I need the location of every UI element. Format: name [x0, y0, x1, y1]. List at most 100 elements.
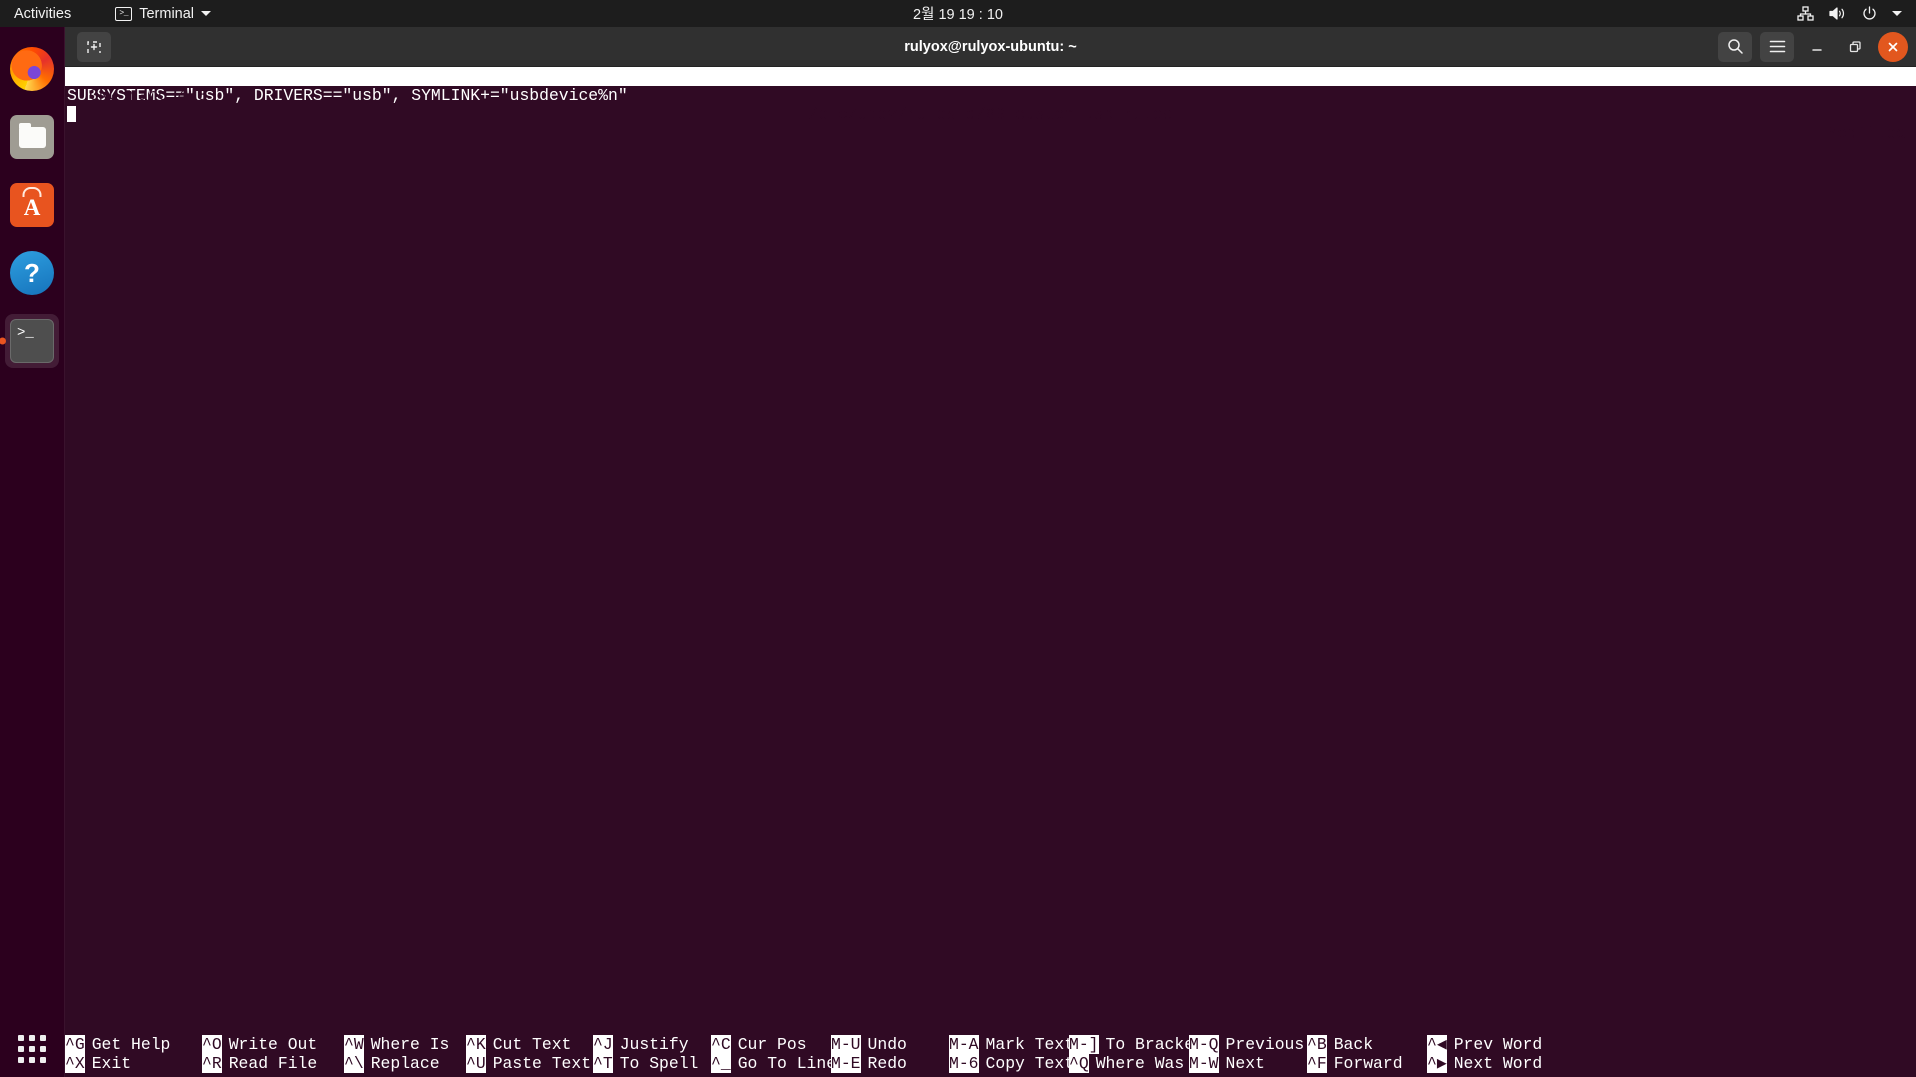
shortcut-item[interactable]: ^_ Go To Line — [711, 1054, 836, 1073]
shortcut-label: Read File — [228, 1054, 318, 1073]
shortcut-key: M-U — [831, 1035, 861, 1054]
shortcut-key: ^F — [1307, 1054, 1327, 1073]
shortcut-label: Write Out — [228, 1035, 318, 1054]
shortcut-label: Cur Pos — [737, 1035, 807, 1054]
shortcut-item[interactable]: ^R Read File — [202, 1054, 344, 1073]
clock[interactable]: 2월 19 19 : 10 — [0, 3, 1916, 24]
shortcut-label: Exit — [91, 1054, 132, 1073]
volume-icon — [1829, 6, 1847, 21]
shortcut-item[interactable]: ^▶ Next Word — [1427, 1054, 1547, 1073]
shortcut-label: Back — [1333, 1035, 1374, 1054]
shortcut-item[interactable]: ^\ Replace — [344, 1054, 466, 1073]
shortcut-key: ^W — [344, 1035, 364, 1054]
shortcut-item[interactable]: ^W Where Is — [344, 1035, 466, 1054]
shortcut-key: ^J — [593, 1035, 613, 1054]
dock-item-help[interactable]: ? — [5, 246, 59, 300]
search-button[interactable] — [1718, 31, 1752, 62]
shortcut-label: Next — [1225, 1054, 1265, 1073]
shortcut-item[interactable]: ^Q Where Was — [1069, 1054, 1189, 1073]
menu-button[interactable] — [1760, 31, 1794, 62]
shortcut-item[interactable]: ^B Back — [1307, 1035, 1427, 1054]
shortcut-key: ^R — [202, 1054, 222, 1073]
shortcut-item[interactable]: ^J Justify — [593, 1035, 711, 1054]
help-icon: ? — [10, 251, 54, 295]
shortcut-item[interactable]: ^U Paste Text — [466, 1054, 593, 1073]
minimize-button[interactable] — [1802, 32, 1832, 62]
ubuntu-software-icon: A — [10, 183, 54, 227]
shortcut-item[interactable]: M-6 Copy Text — [949, 1054, 1074, 1073]
shortcut-column: ^B Back ^F Forward — [1307, 1035, 1427, 1073]
shortcut-key: ^Q — [1069, 1054, 1089, 1073]
shortcut-key: ^C — [711, 1035, 731, 1054]
code-line: SUBSYSTEMS=="usb", DRIVERS=="usb", SYMLI… — [67, 86, 628, 105]
dock-item-ubuntu-software[interactable]: A — [5, 178, 59, 232]
shortcut-label: Copy Text — [985, 1054, 1075, 1073]
shortcut-column: ^W Where Is ^\ Replace — [344, 1035, 466, 1073]
dock: A ? >_ — [0, 27, 65, 1077]
nano-version: GNU nano 4.8 — [89, 86, 208, 105]
shortcut-column: M-A Mark Text M-6 Copy Text — [949, 1035, 1074, 1073]
dock-item-firefox[interactable] — [5, 42, 59, 96]
new-tab-button[interactable] — [77, 31, 111, 62]
app-menu-button[interactable]: >_ Terminal — [115, 5, 212, 22]
nano-filename: /etc/udev/rules.d/99-custom-usb.rules — [808, 105, 1173, 124]
shortcut-label: Where Was — [1095, 1054, 1185, 1073]
shortcut-key: M-W — [1189, 1054, 1219, 1073]
shortcut-label: Cut Text — [492, 1035, 572, 1054]
shortcut-key: M-6 — [949, 1054, 979, 1073]
shortcut-column: ^J Justify ^T To Spell — [593, 1035, 711, 1073]
terminal-icon: >_ — [115, 6, 133, 21]
shortcut-label: Justify — [619, 1035, 689, 1054]
network-icon — [1797, 6, 1814, 21]
shortcut-key: ^▶ — [1427, 1054, 1447, 1073]
system-tray[interactable] — [1797, 6, 1902, 21]
shortcut-item[interactable]: ^T To Spell — [593, 1054, 711, 1073]
shortcut-key: ^_ — [711, 1054, 731, 1073]
shortcut-item[interactable]: ^X Exit — [65, 1054, 202, 1073]
shortcut-column: ^G Get Help ^X Exit — [65, 1035, 202, 1073]
shortcut-label: Undo — [867, 1035, 907, 1054]
shortcut-item[interactable]: ^G Get Help — [65, 1035, 202, 1054]
shortcut-item[interactable]: M-] To Bracket — [1069, 1035, 1204, 1054]
show-applications-button[interactable] — [18, 1035, 46, 1063]
shortcut-label: Replace — [370, 1054, 440, 1073]
shortcut-item[interactable]: ^◀ Prev Word — [1427, 1035, 1547, 1054]
nano-editor[interactable]: GNU nano 4.8 /etc/udev/rules.d/99-custom… — [65, 67, 1916, 1077]
power-icon — [1862, 6, 1877, 21]
shortcut-item[interactable]: ^O Write Out — [202, 1035, 344, 1054]
activities-button[interactable]: Activities — [14, 6, 71, 22]
shortcut-key: ^X — [65, 1054, 85, 1073]
dock-item-files[interactable] — [5, 110, 59, 164]
nano-modified-status: Modified — [1827, 124, 1906, 143]
shortcut-column: M-] To Bracket ^Q Where Was — [1069, 1035, 1204, 1073]
shortcut-item[interactable]: ^K Cut Text — [466, 1035, 593, 1054]
shortcut-column: M-Q Previous M-W Next — [1189, 1035, 1307, 1073]
shortcut-column: ^◀ Prev Word ^▶ Next Word — [1427, 1035, 1547, 1073]
chevron-down-icon — [201, 11, 212, 16]
maximize-button[interactable] — [1840, 32, 1870, 62]
shortcut-item[interactable]: M-E Redo — [831, 1054, 949, 1073]
window-titlebar: rulyox@rulyox-ubuntu: ~ — [65, 27, 1916, 67]
shortcut-column: ^O Write Out ^R Read File — [202, 1035, 344, 1073]
shortcut-item[interactable]: M-A Mark Text — [949, 1035, 1074, 1054]
shortcut-item[interactable]: M-U Undo — [831, 1035, 949, 1054]
shortcut-key: M-Q — [1189, 1035, 1219, 1054]
shortcut-item[interactable]: M-W Next — [1189, 1054, 1307, 1073]
shortcut-column: M-U Undo M-E Redo — [831, 1035, 949, 1073]
window-title: rulyox@rulyox-ubuntu: ~ — [904, 38, 1077, 55]
shortcut-column: ^C Cur Pos ^_ Go To Line — [711, 1035, 836, 1073]
shortcut-label: Prev Word — [1453, 1035, 1543, 1054]
files-icon — [10, 115, 54, 159]
shortcut-item[interactable]: ^C Cur Pos — [711, 1035, 831, 1054]
shortcut-label: Redo — [867, 1054, 907, 1073]
shortcut-key: ^O — [202, 1035, 222, 1054]
close-button[interactable] — [1878, 31, 1908, 62]
shortcut-item[interactable]: M-Q Previous — [1189, 1035, 1307, 1054]
shortcut-key: ^G — [65, 1035, 85, 1054]
shortcut-key: ^T — [593, 1054, 613, 1073]
app-menu-label: Terminal — [139, 5, 195, 22]
shortcut-item[interactable]: ^F Forward — [1307, 1054, 1427, 1073]
shortcut-label: Get Help — [91, 1035, 171, 1054]
dock-item-terminal[interactable]: >_ — [5, 314, 59, 368]
nano-title-bar: GNU nano 4.8 /etc/udev/rules.d/99-custom… — [65, 67, 1916, 143]
